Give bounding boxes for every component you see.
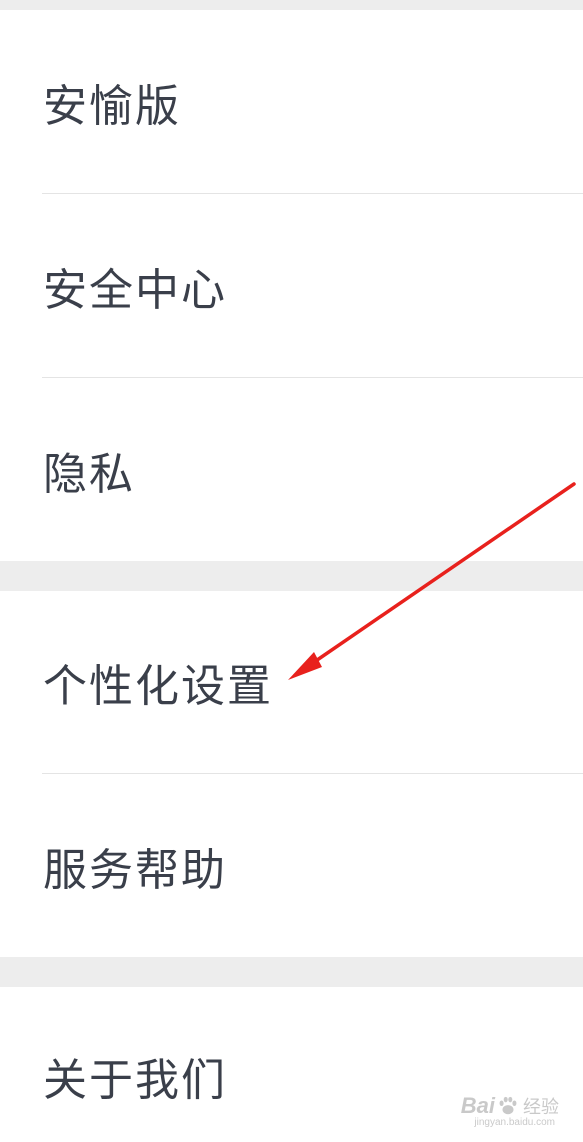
- watermark-brand-suffix: 经验: [523, 1097, 559, 1118]
- settings-item-anyu-version[interactable]: 安愉版: [0, 10, 583, 193]
- baidu-jingyan-watermark: Bai 经验 jingyan.baidu.com: [431, 1093, 559, 1128]
- settings-item-label: 安愉版: [43, 80, 181, 132]
- watermark-logo: Bai 经验: [461, 1093, 559, 1119]
- settings-group-1: 安愉版 安全中心 隐私: [0, 10, 583, 561]
- settings-group-2: 个性化设置 服务帮助: [0, 591, 583, 957]
- settings-item-label: 关于我们: [43, 1055, 227, 1106]
- settings-item-label: 个性化设置: [43, 661, 273, 712]
- settings-item-label: 安全中心: [43, 264, 227, 316]
- settings-item-service-help[interactable]: 服务帮助: [0, 774, 583, 957]
- watermark-url: jingyan.baidu.com: [474, 1117, 555, 1128]
- settings-page: 安愉版 安全中心 隐私 个性化设置 服务帮助 关于我们 Bai 经验 jingy…: [0, 0, 583, 1142]
- settings-item-label: 隐私: [43, 448, 135, 500]
- settings-item-personalization[interactable]: 个性化设置: [0, 591, 583, 773]
- paw-icon: [499, 1096, 517, 1115]
- settings-item-security-center[interactable]: 安全中心: [0, 194, 583, 377]
- watermark-brand: Bai: [460, 1093, 495, 1118]
- settings-item-privacy[interactable]: 隐私: [0, 378, 583, 561]
- settings-item-label: 服务帮助: [43, 844, 227, 896]
